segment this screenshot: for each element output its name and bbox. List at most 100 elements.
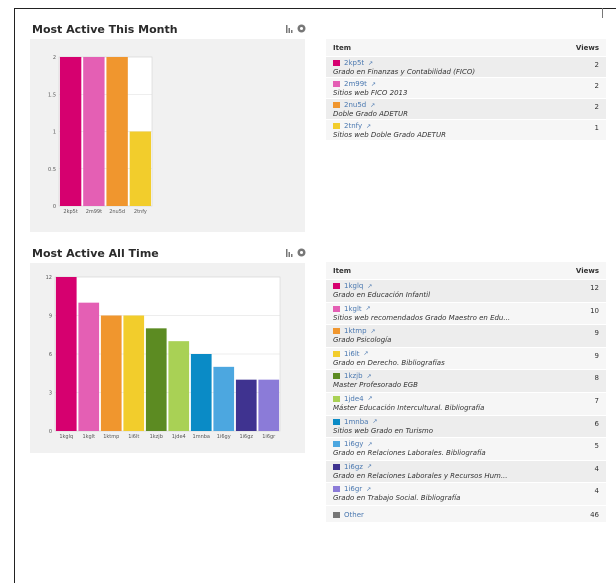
item-code-link[interactable]: 2m99t	[344, 80, 367, 88]
bar	[106, 57, 128, 206]
views-count: 9	[594, 329, 599, 338]
item-line: 1i6gz ↗	[333, 463, 508, 471]
legend-swatch	[333, 441, 340, 448]
item-code-link[interactable]: 1i6gy	[344, 440, 363, 448]
external-link-icon[interactable]: ↗	[367, 463, 372, 470]
item-line: 2kp5t ↗	[333, 59, 475, 67]
item-cell: 1i6gz ↗ Grado en Relaciones Laborales y Re…	[333, 463, 508, 480]
bar-chart-icon[interactable]	[286, 248, 294, 260]
external-link-icon[interactable]: ↗	[368, 395, 373, 402]
item-line: 1kglq ↗	[333, 282, 430, 290]
alltime-chart: 0 3 6 9 12 1kglq 1kglt 1ktmp 1i6lt 1kzjb 1jde4 1mnb…	[30, 263, 305, 453]
item-code-link[interactable]: 1jde4	[344, 395, 364, 403]
legend-swatch	[333, 328, 340, 335]
external-link-icon[interactable]: ↗	[364, 350, 369, 357]
item-description: Grado en Derecho. Bibliografías	[333, 358, 445, 367]
external-link-icon[interactable]: ↗	[372, 418, 377, 425]
x-tick-label: 1mnba	[193, 434, 210, 440]
x-tick-label: 2nu5d	[109, 209, 125, 215]
bar	[129, 131, 152, 206]
bar	[213, 366, 235, 431]
month-tools	[286, 24, 306, 36]
other-link[interactable]: Other	[344, 511, 364, 519]
legend-swatch	[333, 283, 340, 289]
bar	[123, 315, 145, 431]
external-link-icon[interactable]: ↗	[366, 486, 371, 493]
gear-icon[interactable]	[297, 24, 306, 36]
views-count: 1	[594, 124, 599, 132]
month-chart: 0 0.5 1 1.5 2 2kp5t 2m99t 2nu5d 2tnfy	[30, 39, 305, 232]
external-link-icon[interactable]: ↗	[368, 60, 373, 67]
alltime-chart-svg: 0 3 6 9 12 1kglq 1kglt 1ktmp 1i6lt 1kzjb 1jde4 1mnb…	[46, 275, 281, 440]
legend-swatch	[333, 60, 340, 66]
item-code-link[interactable]: 1kzjb	[344, 372, 363, 380]
section-title-alltime: Most Active All Time	[32, 247, 159, 260]
bar	[83, 57, 105, 206]
item-code-link[interactable]: 1mnba	[344, 418, 368, 426]
views-count: 7	[594, 396, 599, 405]
item-line: 1i6gr ↗	[333, 485, 460, 493]
x-tick-label: 1i6lt	[128, 434, 139, 440]
external-link-icon[interactable]: ↗	[367, 441, 372, 448]
item-description: Grado en Relaciones Laborales. Bibliogra…	[333, 449, 486, 458]
month-table: Item Views 2kp5t ↗ Grado en Finanzas y Con…	[326, 39, 606, 140]
item-line: 2m99t ↗	[333, 80, 407, 88]
external-link-icon[interactable]: ↗	[371, 81, 376, 88]
external-link-icon[interactable]: ↗	[367, 283, 372, 290]
legend-swatch	[333, 511, 340, 518]
external-link-icon[interactable]: ↗	[366, 305, 371, 312]
y-tick-label: 2	[53, 55, 56, 61]
views-count: 10	[590, 306, 599, 315]
bar-chart-icon[interactable]	[286, 24, 294, 36]
table-row: 1i6gr ↗ Grado en Trabajo Social. Bibliogra…	[326, 482, 606, 505]
item-code-link[interactable]: 1i6gr	[344, 485, 362, 493]
external-link-icon[interactable]: ↗	[370, 102, 375, 109]
bar	[78, 302, 100, 431]
external-link-icon[interactable]: ↗	[371, 328, 376, 335]
section-title-month: Most Active This Month	[32, 23, 178, 36]
panel-border-tick	[602, 8, 603, 18]
item-code-link[interactable]: 1i6gz	[344, 463, 363, 471]
item-line: 1kzjb ↗	[333, 372, 418, 380]
item-cell: 2kp5t ↗ Grado en Finanzas y Contabilidad (…	[333, 59, 475, 76]
bar	[168, 341, 190, 431]
bar	[235, 379, 257, 431]
views-count: 8	[594, 374, 599, 383]
item-cell: 1kglt ↗ Sitios web recomendados Grado Maes…	[333, 305, 510, 322]
external-link-icon[interactable]: ↗	[366, 123, 371, 130]
external-link-icon[interactable]: ↗	[367, 373, 372, 380]
views-count: 46	[590, 510, 599, 519]
table-row: 1i6gz ↗ Grado en Relaciones Laborales y Re…	[326, 459, 606, 483]
item-code-link[interactable]: 1ktmp	[344, 327, 367, 335]
item-code-link[interactable]: 2nu5d	[344, 101, 366, 109]
item-code-link[interactable]: 1kglq	[344, 282, 363, 290]
alltime-table: Item Views 1kglq ↗ Grado en Educación Infa…	[326, 262, 606, 522]
legend-swatch	[333, 463, 340, 470]
x-tick-label: 1ktmp	[103, 434, 119, 440]
item-cell: 2m99t ↗ Sitios web FICO 2013	[333, 80, 407, 97]
y-tick-label: 1.5	[48, 92, 56, 98]
views-count: 6	[594, 419, 599, 428]
bar	[59, 57, 82, 206]
panel-border-top	[14, 8, 616, 9]
x-tick-label: 2m99t	[86, 209, 102, 215]
x-tick-label: 1kzjb	[150, 434, 163, 440]
month-chart-svg: 0 0.5 1 1.5 2 2kp5t 2m99t 2nu5d 2tnfy	[48, 55, 153, 215]
item-line: 2nu5d ↗	[333, 101, 408, 109]
item-description: Sitios web FICO 2013	[333, 89, 408, 97]
x-tick-label: 1i6gr	[262, 434, 276, 440]
bar	[55, 277, 77, 431]
legend-swatch	[333, 418, 340, 425]
x-tick-label: 1jde4	[172, 434, 186, 440]
legend-swatch	[333, 123, 340, 129]
item-code-link[interactable]: 2tnfy	[344, 122, 362, 130]
views-count: 9	[594, 351, 599, 360]
table-row: 2nu5d ↗ Doble Grado ADETUR 2	[326, 98, 606, 119]
item-code-link[interactable]: 1i6lt	[344, 350, 360, 358]
gear-icon[interactable]	[297, 248, 306, 260]
table-row-other: Other 46	[326, 504, 606, 522]
item-description: Máster Educación Intercultural. Bibliogr…	[333, 403, 485, 412]
item-code-link[interactable]: 1kglt	[344, 305, 362, 313]
item-code-link[interactable]: 2kp5t	[344, 59, 364, 67]
legend-swatch	[333, 102, 340, 108]
